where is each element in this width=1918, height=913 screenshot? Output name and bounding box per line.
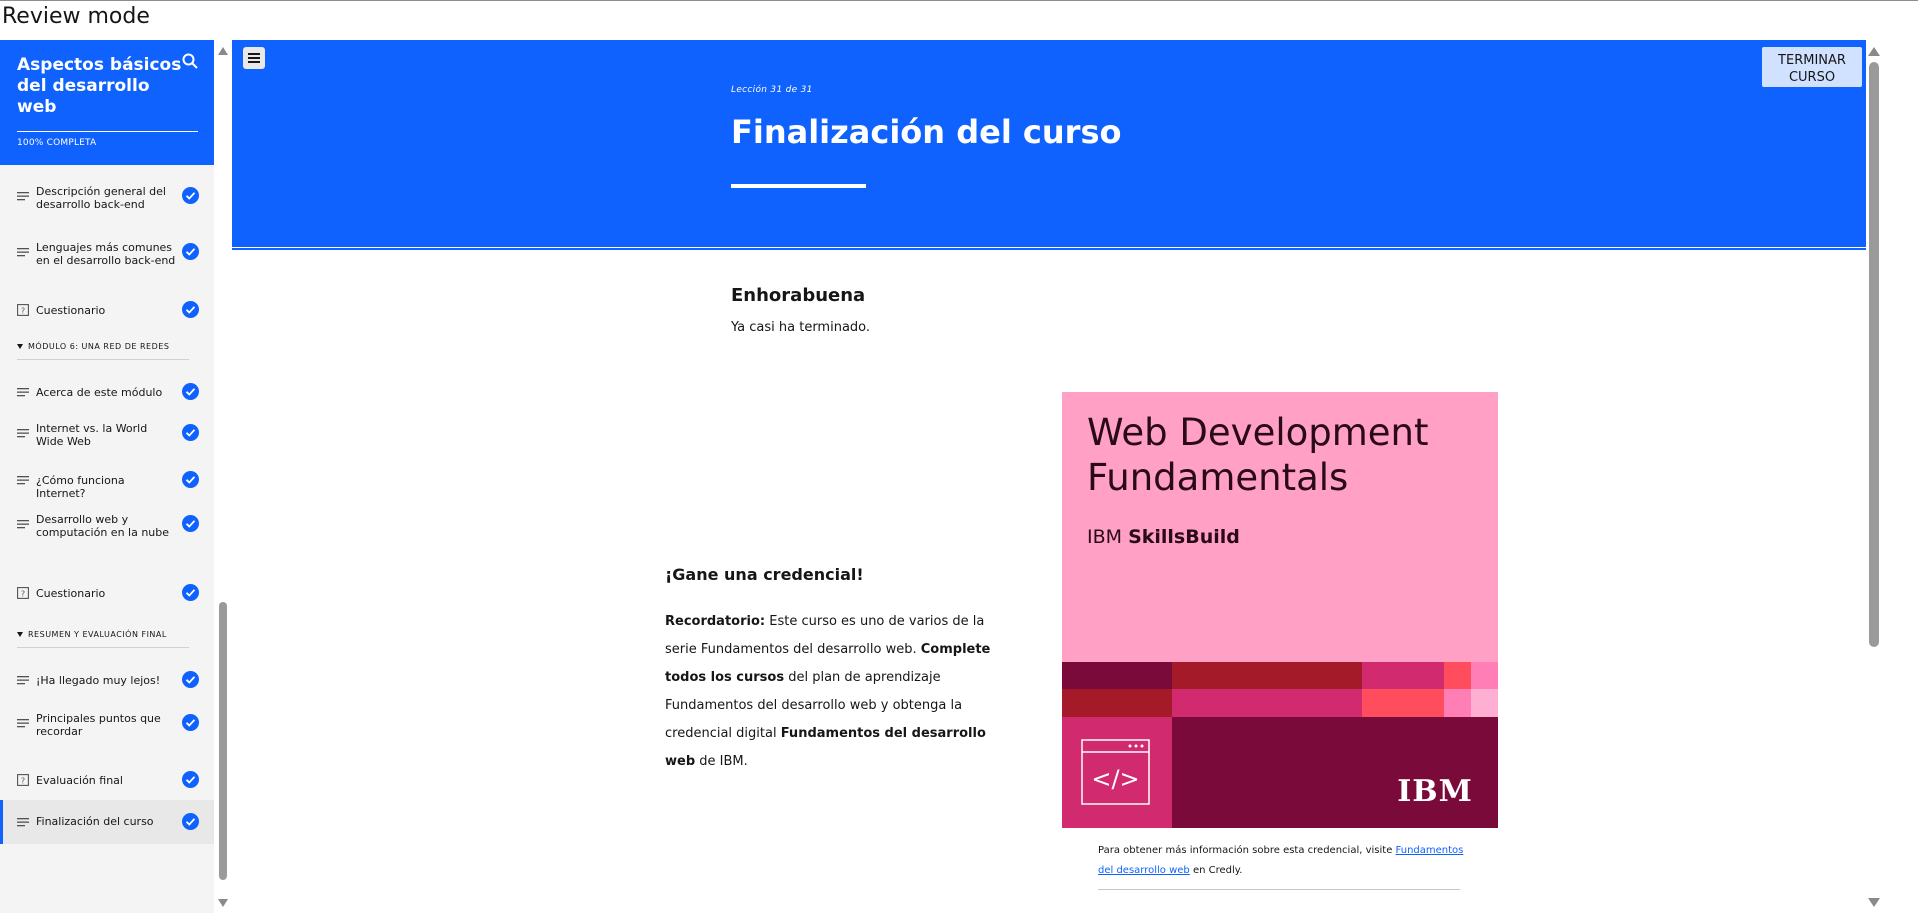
lines-icon	[17, 676, 29, 685]
lines-icon	[17, 429, 29, 438]
review-mode-bar: Review mode	[0, 0, 1918, 40]
quiz-icon: ?	[17, 587, 29, 599]
sidebar-item-label: Principales puntos que recordar	[36, 712, 161, 738]
sidebar-item-how-internet-works[interactable]: ¿Cómo funciona Internet?	[0, 465, 214, 500]
svg-text:?: ?	[21, 590, 25, 599]
svg-text:</>: </>	[1091, 765, 1139, 793]
badge-title: Web Development Fundamentals	[1087, 411, 1429, 499]
lines-icon	[17, 719, 29, 728]
check-icon	[182, 301, 199, 318]
badge-brand: IBM SkillsBuild	[1087, 526, 1240, 548]
progress-bar	[17, 131, 198, 132]
quiz-icon: ?	[17, 304, 29, 316]
lines-icon	[17, 520, 29, 529]
check-icon	[182, 771, 199, 788]
check-icon	[182, 243, 199, 260]
scroll-thumb[interactable]	[1869, 62, 1879, 647]
main-scrollbar[interactable]	[1866, 40, 1918, 913]
credential-note: Para obtener más información sobre esta …	[1098, 845, 1464, 876]
hamburger-icon	[248, 53, 260, 55]
credential-heading: ¡Gane una credencial!	[665, 565, 864, 584]
scroll-up-icon[interactable]	[1868, 47, 1880, 56]
lesson-header: Lección 31 de 31 Finalización del curso …	[232, 40, 1866, 247]
sidebar-item-label: Acerca de este módulo	[36, 386, 163, 399]
check-icon	[182, 813, 199, 830]
check-icon	[182, 584, 199, 601]
scroll-up-icon[interactable]	[218, 47, 228, 55]
sidebar-header: Aspectos básicos del desarrollo web 100%…	[0, 40, 214, 165]
credential-text: Recordatorio: Este curso es uno de vario…	[665, 614, 991, 769]
caret-down-icon	[17, 344, 23, 349]
check-icon	[182, 424, 199, 441]
sidebar-item-label: Cuestionario	[36, 587, 106, 600]
sidebar-item-label: Descripción general del desarrollo back-…	[36, 185, 166, 211]
check-icon	[182, 383, 199, 400]
header-divider	[232, 247, 1866, 250]
badge-pattern: </> IBM	[1062, 662, 1498, 828]
sidebar-item-web-dev-cloud[interactable]: Desarrollo web y computación en la nube	[0, 511, 214, 541]
lesson-number: Lección 31 de 31	[731, 85, 813, 95]
lines-icon	[17, 192, 29, 201]
course-title: Aspectos básicos del desarrollo web	[17, 55, 182, 117]
caret-down-icon	[17, 632, 23, 637]
sidebar-item-course-completion[interactable]: Finalización del curso	[0, 800, 214, 844]
lines-icon	[17, 818, 29, 827]
check-icon	[182, 515, 199, 532]
congrats-text: Ya casi ha terminado.	[731, 320, 871, 335]
sidebar-item-label: Cuestionario	[36, 304, 106, 317]
title-underline	[731, 184, 866, 188]
sidebar-item-label: Evaluación final	[36, 774, 123, 787]
search-icon[interactable]	[181, 52, 199, 70]
svg-text:?: ?	[21, 307, 25, 316]
menu-toggle-button[interactable]	[243, 47, 265, 69]
module-header-summary[interactable]: RESUMEN Y EVALUACIÓN FINAL	[17, 630, 189, 648]
congrats-heading: Enhorabuena	[731, 285, 866, 306]
sidebar-item-quiz-1[interactable]: ? Cuestionario	[0, 295, 214, 325]
progress-label: 100% COMPLETA	[17, 138, 97, 148]
note-divider	[1098, 889, 1460, 890]
check-icon	[182, 471, 199, 488]
sidebar-item-about-module[interactable]: Acerca de este módulo	[0, 377, 214, 407]
scroll-thumb[interactable]	[219, 602, 227, 880]
sidebar-item-label: ¡Ha llegado muy lejos!	[36, 674, 161, 687]
sidebar-item-backend-languages[interactable]: Lenguajes más comunes en el desarrollo b…	[0, 239, 214, 269]
sidebar-item-final-exam[interactable]: ? Evaluación final	[0, 765, 214, 795]
review-mode-label: Review mode	[2, 4, 150, 29]
sidebar-item-label: Finalización del curso	[36, 815, 154, 828]
svg-text:?: ?	[21, 777, 25, 786]
lines-icon	[17, 388, 29, 397]
sidebar-item-label: Desarrollo web y computación en la nube	[36, 513, 170, 539]
check-icon	[182, 714, 199, 731]
ibm-logo: IBM	[1397, 774, 1473, 809]
module-header-6[interactable]: MÓDULO 6: UNA RED DE REDES	[17, 342, 189, 360]
sidebar-item-come-far[interactable]: ¡Ha llegado muy lejos!	[0, 665, 214, 695]
sidebar-item-label: Internet vs. la World Wide Web	[36, 422, 148, 448]
check-icon	[182, 671, 199, 688]
lesson-title: Finalización del curso	[731, 113, 1122, 151]
sidebar-item-label: Lenguajes más comunes en el desarrollo b…	[36, 241, 176, 267]
course-sidebar: Aspectos básicos del desarrollo web 100%…	[0, 40, 214, 913]
lines-icon	[17, 476, 29, 485]
sidebar-item-label: ¿Cómo funciona Internet?	[36, 474, 125, 500]
scroll-down-icon[interactable]	[1868, 898, 1880, 907]
sidebar-item-backend-overview[interactable]: Descripción general del desarrollo back-…	[0, 183, 214, 213]
sidebar-item-key-points[interactable]: Principales puntos que recordar	[0, 710, 214, 740]
lesson-content: Lección 31 de 31 Finalización del curso …	[232, 40, 1866, 913]
lines-icon	[17, 248, 29, 257]
scroll-down-icon[interactable]	[218, 899, 228, 907]
quiz-icon: ?	[17, 774, 29, 786]
credential-badge: Web Development Fundamentals IBM SkillsB…	[1062, 392, 1498, 828]
sidebar-item-internet-vs-www[interactable]: Internet vs. la World Wide Web	[0, 420, 214, 450]
finish-course-button[interactable]: TERMINAR CURSO	[1762, 47, 1862, 87]
check-icon	[182, 187, 199, 204]
sidebar-item-quiz-2[interactable]: ? Cuestionario	[0, 578, 214, 608]
sidebar-scrollbar[interactable]	[214, 40, 232, 913]
